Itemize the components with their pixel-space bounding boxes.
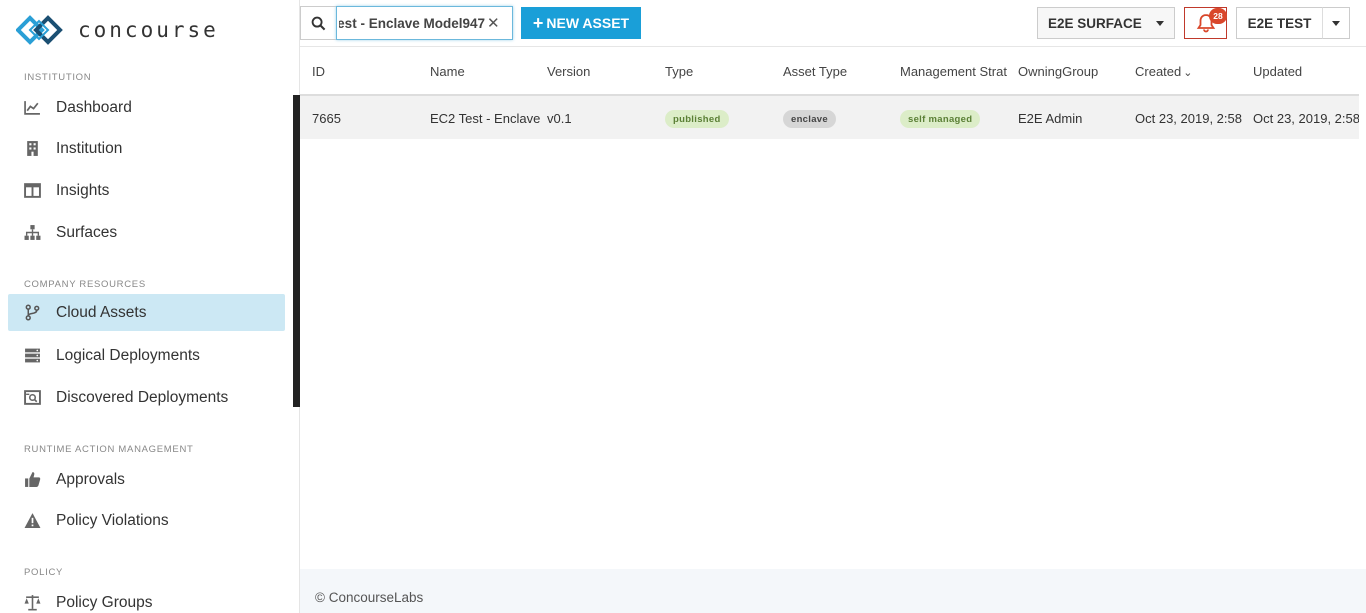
sidebar-item-dashboard[interactable]: Dashboard [8, 89, 285, 126]
sidebar-item-label: Logical Deployments [56, 346, 200, 364]
sidebar-item-label: Policy Violations [56, 511, 169, 529]
surface-select[interactable]: E2E SURFACE [1037, 7, 1175, 39]
concourse-logo-icon [16, 15, 63, 45]
user-menu-button[interactable]: E2E TEST [1236, 7, 1323, 39]
concourse-logo[interactable]: concourse [16, 12, 219, 48]
building-icon [23, 140, 41, 158]
cell-name[interactable]: EC2 Test - Enclave [430, 111, 540, 126]
asset-type-badge: enclave [783, 110, 836, 128]
sidebar-item-surfaces[interactable]: Surfaces [8, 214, 285, 251]
section-title-runtime-action-management: RUNTIME ACTION MANAGEMENT [24, 444, 194, 455]
column-header-created[interactable]: Created ⌄ [1135, 64, 1192, 79]
column-header-created-label: Created [1135, 64, 1182, 79]
section-title-policy: POLICY [24, 567, 64, 578]
table-header: ID Name Version Type Asset Type Manageme… [300, 47, 1359, 96]
server-icon [23, 347, 41, 365]
sort-desc-icon: ⌄ [1183, 67, 1193, 79]
sidebar-item-label: Institution [56, 139, 123, 157]
section-title-institution: INSTITUTION [24, 72, 92, 83]
section-title-company-resources: COMPANY RESOURCES [24, 279, 146, 290]
sidebar-scrollbar[interactable] [293, 95, 300, 407]
sidebar-item-logical-deployments[interactable]: Logical Deployments [8, 337, 285, 374]
cell-version: v0.1 [547, 111, 572, 126]
new-asset-label: NEW ASSET [546, 15, 630, 31]
management-badge: self managed [900, 110, 981, 128]
code-branch-icon [23, 304, 41, 322]
brand-name: concourse [78, 18, 219, 42]
search-icon [311, 16, 326, 30]
column-header-updated[interactable]: Updated [1253, 64, 1302, 79]
cell-updated: Oct 23, 2019, 2:58 [1253, 111, 1359, 126]
thumbs-up-icon [23, 471, 41, 489]
chart-line-icon [23, 99, 41, 117]
search-deployment-icon [23, 389, 41, 407]
cell-owning-group: E2E Admin [1018, 111, 1083, 126]
sidebar-item-label: Discovered Deployments [56, 388, 229, 406]
search-button[interactable] [300, 6, 336, 40]
column-header-type[interactable]: Type [665, 64, 693, 79]
sidebar-item-label: Policy Groups [56, 593, 153, 611]
clear-search-icon[interactable]: ✕ [487, 14, 500, 32]
notifications-button[interactable]: 28 [1184, 7, 1227, 39]
surface-select-value: E2E SURFACE [1048, 15, 1142, 31]
caret-down-icon [1156, 21, 1164, 26]
sidebar-item-approvals[interactable]: Approvals [8, 461, 285, 498]
sidebar-item-institution[interactable]: Institution [8, 130, 285, 167]
table-row[interactable]: 7665 EC2 Test - Enclave v0.1 published e… [300, 96, 1359, 139]
search-field[interactable]: ✕ [336, 6, 513, 40]
cell-id: 7665 [312, 111, 341, 126]
column-header-name[interactable]: Name [430, 64, 465, 79]
user-label: E2E TEST [1247, 15, 1312, 31]
column-header-management-strategy[interactable]: Management Strat [900, 64, 1008, 79]
sidebar-item-label: Insights [56, 181, 110, 199]
type-badge: published [665, 110, 729, 128]
sidebar-item-label: Approvals [56, 470, 125, 488]
balance-scale-icon [23, 594, 41, 612]
user-menu-dropdown-toggle[interactable] [1322, 7, 1350, 39]
search-input[interactable] [337, 15, 485, 31]
footer: © ConcourseLabs [300, 569, 1366, 613]
assets-table: ID Name Version Type Asset Type Manageme… [300, 47, 1359, 139]
column-header-asset-type[interactable]: Asset Type [783, 64, 847, 79]
column-header-id[interactable]: ID [312, 64, 325, 79]
cell-created: Oct 23, 2019, 2:58 [1135, 111, 1242, 126]
new-asset-button[interactable]: + NEW ASSET [521, 7, 641, 39]
sidebar-item-discovered-deployments[interactable]: Discovered Deployments [8, 379, 285, 416]
plus-icon: + [532, 12, 544, 33]
sidebar-item-insights[interactable]: Insights [8, 172, 285, 209]
sidebar-item-cloud-assets[interactable]: Cloud Assets [8, 294, 285, 331]
top-bar: ✕ + NEW ASSET E2E SURFACE 28 E2E TEST [300, 0, 1366, 47]
caret-down-icon [1332, 21, 1340, 26]
sidebar-item-label: Surfaces [56, 223, 118, 241]
warning-icon [23, 512, 41, 530]
sidebar-item-label: Cloud Assets [56, 303, 147, 321]
sidebar: concourse INSTITUTION Dashboard Institut… [0, 0, 300, 613]
copyright-text: © ConcourseLabs [315, 590, 424, 605]
sidebar-item-label: Dashboard [56, 98, 132, 116]
column-header-owning-group[interactable]: OwningGroup [1018, 64, 1098, 79]
column-header-version[interactable]: Version [547, 64, 590, 79]
columns-icon [23, 182, 41, 200]
sitemap-icon [23, 224, 41, 242]
sidebar-item-policy-groups[interactable]: Policy Groups [8, 584, 285, 613]
sidebar-item-policy-violations[interactable]: Policy Violations [8, 502, 285, 539]
notification-count-badge: 28 [1209, 8, 1227, 24]
